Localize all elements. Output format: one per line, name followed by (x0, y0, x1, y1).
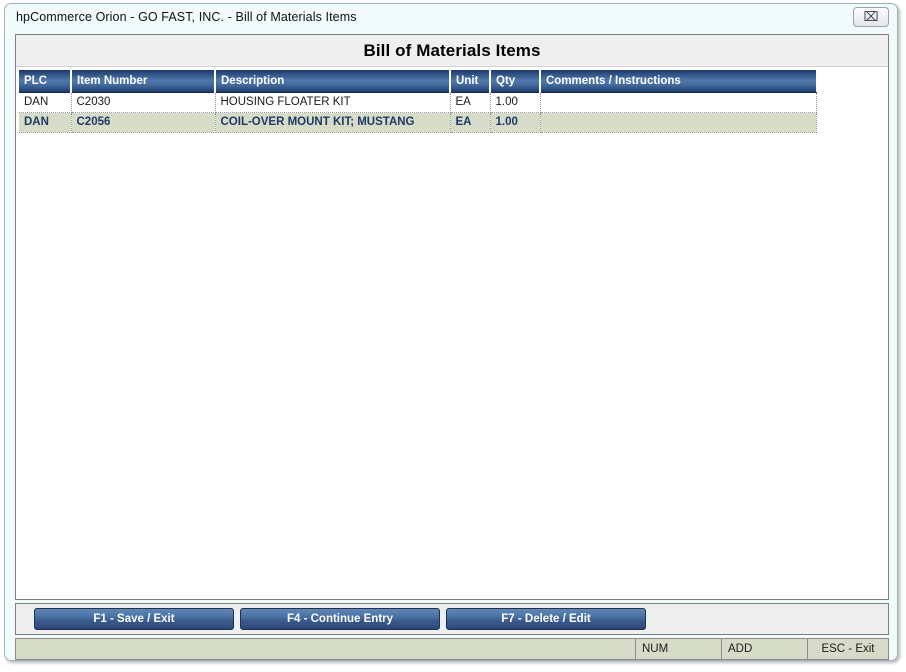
cell-qty: 1.00 (490, 112, 541, 133)
status-esc-exit-hint[interactable]: ESC - Exit (807, 638, 889, 660)
continue-entry-button[interactable]: F4 - Continue Entry (240, 608, 440, 630)
status-bar: NUM ADD ESC - Exit (15, 638, 889, 660)
cell-comments (540, 112, 817, 133)
column-header-item-number[interactable]: Item Number (71, 70, 216, 93)
table-row-selected[interactable]: DAN C2056 COIL-OVER MOUNT KIT; MUSTANG E… (19, 112, 817, 133)
cell-description: COIL-OVER MOUNT KIT; MUSTANG (215, 112, 451, 133)
cell-plc: DAN (19, 92, 72, 113)
action-button-bar: F1 - Save / Exit F4 - Continue Entry F7 … (15, 603, 889, 635)
cell-qty: 1.00 (490, 92, 541, 113)
status-num-indicator: NUM (635, 638, 722, 660)
column-header-comments[interactable]: Comments / Instructions (540, 70, 816, 93)
column-header-qty[interactable]: Qty (490, 70, 541, 93)
cell-plc: DAN (19, 112, 72, 133)
cell-unit: EA (450, 92, 491, 113)
cell-unit: EA (450, 112, 491, 133)
bill-of-materials-table: PLC Item Number Description Unit Qty Com… (19, 70, 817, 133)
title-bar: hpCommerce Orion - GO FAST, INC. - Bill … (5, 4, 897, 33)
bill-of-materials-grid-container: PLC Item Number Description Unit Qty Com… (19, 70, 817, 133)
cell-item-number: C2030 (71, 92, 216, 113)
page-title: Bill of Materials Items (363, 41, 541, 60)
cell-item-number: C2056 (71, 112, 216, 133)
column-header-plc[interactable]: PLC (19, 70, 72, 93)
column-header-description[interactable]: Description (215, 70, 451, 93)
main-content-panel: Bill of Materials Items PLC Item Number … (15, 34, 889, 600)
column-header-unit[interactable]: Unit (450, 70, 491, 93)
cell-comments (540, 92, 817, 113)
close-icon: ⌧ (863, 10, 879, 25)
cell-description: HOUSING FLOATER KIT (215, 92, 451, 113)
table-row[interactable]: DAN C2030 HOUSING FLOATER KIT EA 1.00 (19, 92, 817, 113)
window-title: hpCommerce Orion - GO FAST, INC. - Bill … (16, 10, 357, 24)
status-message (15, 638, 636, 660)
table-header-row: PLC Item Number Description Unit Qty Com… (19, 70, 816, 93)
save-exit-button[interactable]: F1 - Save / Exit (34, 608, 234, 630)
status-mode-indicator: ADD (721, 638, 808, 660)
panel-header: Bill of Materials Items (16, 35, 888, 67)
delete-edit-button[interactable]: F7 - Delete / Edit (446, 608, 646, 630)
application-window: hpCommerce Orion - GO FAST, INC. - Bill … (4, 3, 898, 661)
close-button[interactable]: ⌧ (853, 7, 889, 27)
